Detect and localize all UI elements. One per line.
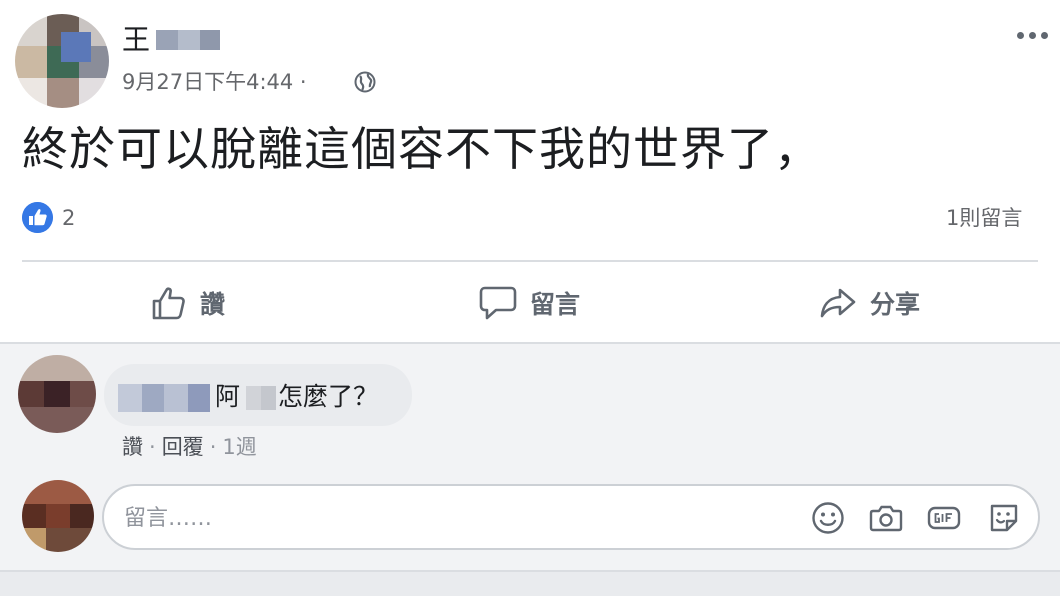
author-avatar[interactable] bbox=[15, 14, 109, 108]
like-button-label: 讚 bbox=[200, 290, 226, 319]
feed-background bbox=[0, 572, 1060, 596]
comment-like-link[interactable]: 讚 bbox=[122, 432, 143, 462]
comment-button-label: 留言 bbox=[530, 290, 581, 319]
comment-age[interactable]: 1週 bbox=[222, 432, 256, 462]
comment-reply-link[interactable]: 回覆 bbox=[162, 432, 204, 462]
globe-icon bbox=[354, 71, 376, 93]
share-button[interactable]: 分享 bbox=[818, 278, 920, 328]
comment-button[interactable]: 留言 bbox=[478, 278, 580, 328]
meta-separator: · bbox=[149, 435, 156, 459]
thumbs-up-icon bbox=[152, 287, 185, 320]
comment-text-tail: 怎麼了？ bbox=[278, 382, 379, 411]
commenter-name-blur[interactable] bbox=[118, 384, 210, 412]
camera-icon[interactable] bbox=[868, 500, 904, 536]
viewer-avatar[interactable] bbox=[22, 480, 94, 552]
comment-count[interactable]: 1則留言 bbox=[946, 204, 1022, 232]
more-dots-icon bbox=[1016, 31, 1024, 39]
sticker-icon[interactable] bbox=[986, 500, 1022, 536]
meta-separator: · bbox=[209, 435, 217, 459]
comment-meta: 讚 · 回覆 · 1週 bbox=[122, 432, 257, 462]
comment-input[interactable] bbox=[122, 498, 786, 538]
divider bbox=[22, 260, 1038, 262]
comment-composer bbox=[102, 484, 1040, 550]
speech-bubble-icon bbox=[479, 286, 517, 320]
mention-blur bbox=[246, 386, 276, 410]
like-count[interactable]: 2 bbox=[62, 204, 75, 232]
like-reaction-icon[interactable] bbox=[22, 202, 53, 233]
more-options-button[interactable] bbox=[1012, 22, 1052, 48]
gif-icon[interactable] bbox=[926, 500, 962, 536]
like-button[interactable]: 讚 bbox=[150, 278, 225, 328]
share-button-label: 分享 bbox=[870, 290, 921, 319]
post-text: 終於可以脫離這個容不下我的世界了， bbox=[22, 122, 821, 176]
commenter-avatar[interactable] bbox=[18, 355, 96, 433]
author-name-blur bbox=[156, 30, 220, 50]
emoji-icon[interactable] bbox=[810, 500, 846, 536]
comment-text-lead: 阿 bbox=[215, 382, 241, 411]
post-timestamp[interactable]: 9月27日下午4:44 · bbox=[122, 68, 307, 96]
share-arrow-icon bbox=[820, 288, 856, 318]
author-name[interactable]: 王 bbox=[122, 22, 150, 58]
